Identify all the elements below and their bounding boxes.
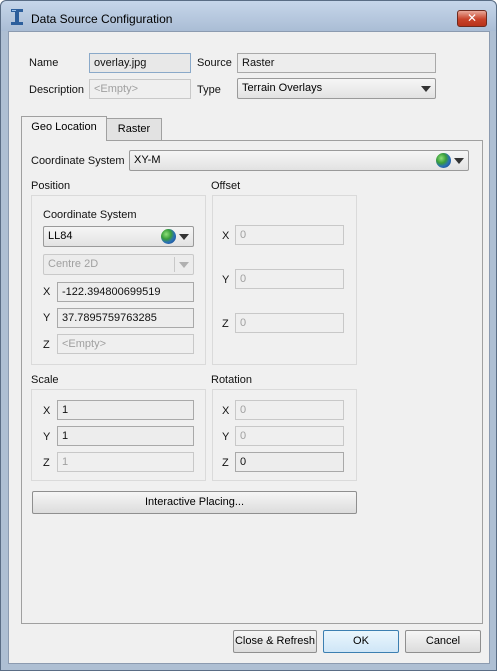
rotation-z-label: Z [222,457,229,469]
chevron-down-icon [179,262,189,268]
cancel-button[interactable]: Cancel [405,630,481,653]
source-label: Source [197,57,232,69]
scale-y-label: Y [43,431,51,443]
name-label: Name [29,57,59,69]
name-field[interactable]: overlay.jpg [89,53,191,73]
close-icon[interactable]: ✕ [457,10,487,27]
tab-raster[interactable]: Raster [106,118,162,141]
scale-group: X 1 Y 1 Z 1 [31,389,206,481]
chevron-down-icon [421,86,431,92]
type-dropdown[interactable]: Terrain Overlays [237,78,436,99]
description-label: Description [29,84,85,96]
position-coordinate-system-dropdown[interactable]: LL84 [43,226,194,247]
offset-y-field[interactable]: 0 [235,269,344,289]
coordinate-system-dropdown[interactable]: XY-M [129,150,469,171]
position-mode-value: Centre 2D [48,258,99,270]
position-x-label: X [43,286,51,298]
type-label: Type [197,84,221,96]
globe-icon [161,229,176,244]
position-coordinate-system-label: Coordinate System [43,209,137,221]
source-field[interactable]: Raster [237,53,436,73]
offset-x-label: X [222,230,230,242]
scale-z-label: Z [43,457,50,469]
position-z-label: Z [43,339,50,351]
position-group: Coordinate System LL84 Centre 2D X -122.… [31,195,206,365]
description-field[interactable]: <Empty> [89,79,191,99]
position-z-field[interactable]: <Empty> [57,334,194,354]
position-coordinate-system-value: LL84 [48,230,73,242]
scale-z-field[interactable]: 1 [57,452,194,472]
type-dropdown-value: Terrain Overlays [242,82,323,94]
rotation-x-field[interactable]: 0 [235,400,344,420]
position-title: Position [31,180,71,192]
scale-y-field[interactable]: 1 [57,426,194,446]
window-title: Data Source Configuration [31,12,173,26]
coordinate-system-value: XY-M [134,154,161,166]
offset-title: Offset [211,180,241,192]
scale-x-field[interactable]: 1 [57,400,194,420]
title-bar[interactable]: Data Source Configuration ✕ [1,1,496,31]
scale-x-label: X [43,405,51,417]
position-mode-dropdown[interactable]: Centre 2D [43,254,194,275]
chevron-down-icon [454,158,464,164]
coordinate-system-label: Coordinate System [31,155,125,167]
interactive-placing-button[interactable]: Interactive Placing... [32,491,357,514]
offset-z-field[interactable]: 0 [235,313,344,333]
close-refresh-button[interactable]: Close & Refresh [233,630,317,653]
position-y-label: Y [43,312,51,324]
ok-button[interactable]: OK [323,630,399,653]
offset-z-label: Z [222,318,229,330]
position-y-field[interactable]: 37.7895759763285 [57,308,194,328]
offset-y-label: Y [222,274,230,286]
rotation-y-label: Y [222,431,230,443]
position-x-field[interactable]: -122.394800699519 [57,282,194,302]
rotation-z-field[interactable]: 0 [235,452,344,472]
globe-icon [436,153,451,168]
rotation-y-field[interactable]: 0 [235,426,344,446]
tab-geo-location[interactable]: Geo Location [21,116,107,141]
chevron-down-icon [179,234,189,240]
geo-location-panel: Coordinate System XY-M Position Coordina… [21,140,483,624]
dialog-body: Name overlay.jpg Source Raster Descripti… [8,31,490,664]
offset-x-field[interactable]: 0 [235,225,344,245]
offset-group: X 0 Y 0 Z 0 [212,195,357,365]
rotation-group: X 0 Y 0 Z 0 [212,389,357,481]
rotation-x-label: X [222,405,230,417]
app-logo-icon [11,9,23,25]
rotation-title: Rotation [211,374,252,386]
scale-title: Scale [31,374,59,386]
dialog-window: Data Source Configuration ✕ Name overlay… [0,0,497,671]
